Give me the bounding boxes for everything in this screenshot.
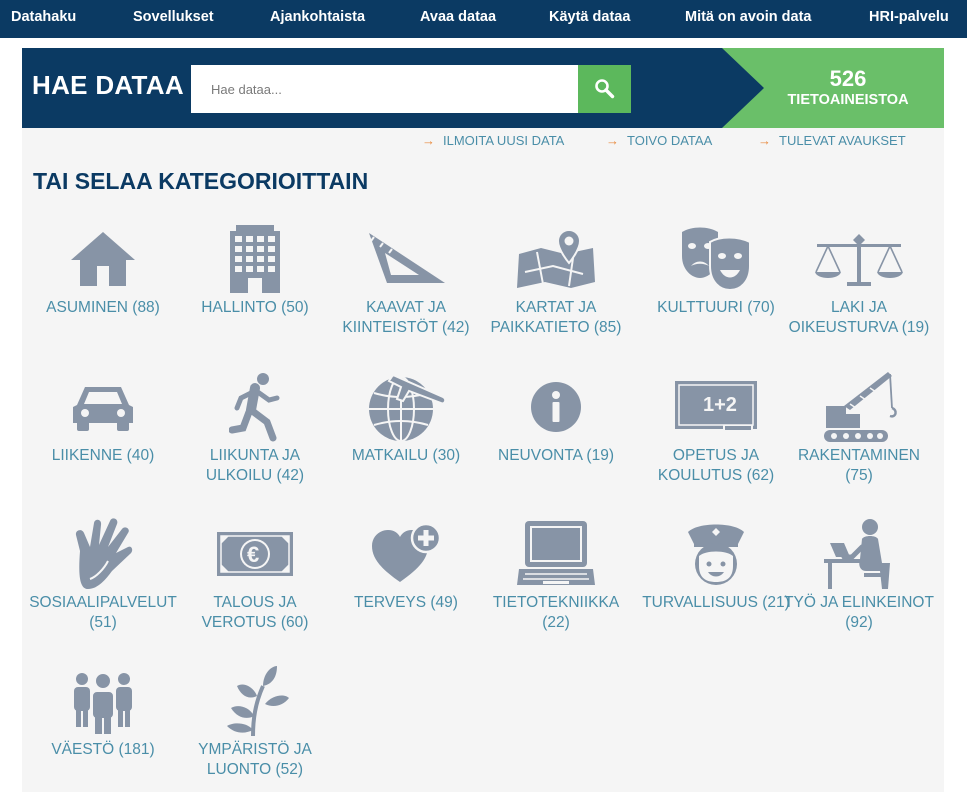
nav-avaa-dataa[interactable]: Avaa dataa (420, 0, 496, 34)
search-icon (594, 79, 614, 99)
arrow-right-icon: → (606, 133, 619, 148)
info-icon (481, 370, 631, 444)
search-hero: HAE DATAA 526 TIETOAINEISTOA (22, 48, 944, 128)
nav-datahaku[interactable]: Datahaku (11, 0, 76, 34)
hand-icon (28, 517, 178, 591)
police-officer-icon (641, 517, 791, 591)
scales-icon (784, 222, 934, 296)
dataset-count-badge[interactable]: 526 TIETOAINEISTOA (722, 48, 944, 128)
runner-icon (180, 370, 330, 444)
set-square-icon (331, 222, 481, 296)
car-icon (28, 370, 178, 444)
link-ilmoita-uusi-data[interactable]: → ILMOITA UUSI DATA (422, 133, 564, 149)
person-at-desk-icon (784, 517, 934, 591)
euro-banknote-icon: € (180, 517, 330, 591)
globe-plane-icon (331, 370, 481, 444)
plant-icon (180, 664, 330, 738)
svg-text:€: € (247, 542, 259, 567)
population-icon (28, 664, 178, 738)
crane-icon (784, 370, 934, 444)
office-building-icon (180, 222, 330, 296)
page-title: HAE DATAA (32, 70, 184, 100)
nav-mita-on-avoin-data[interactable]: Mitä on avoin data (685, 0, 812, 34)
heart-plus-icon (331, 517, 481, 591)
arrow-right-icon: → (422, 133, 435, 148)
nav-ajankohtaista[interactable]: Ajankohtaista (270, 0, 365, 34)
svg-text:1+2: 1+2 (703, 394, 737, 416)
laptop-icon (481, 517, 631, 591)
arrow-right-icon: → (758, 133, 771, 148)
house-icon (28, 222, 178, 296)
dataset-count: 526 (829, 66, 867, 91)
search-button[interactable] (578, 65, 631, 113)
main-content: HAE DATAA 526 TIETOAINEISTOA →ILMOITA UU… (22, 48, 944, 792)
map-pin-icon (481, 222, 631, 296)
blackboard-icon: 1+2 (641, 370, 791, 444)
theater-masks-icon (641, 222, 791, 296)
nav-sovellukset[interactable]: Sovellukset (133, 0, 214, 34)
nav-hri-palvelu[interactable]: HRI-palvelu (869, 0, 949, 34)
nav-kayta-dataa[interactable]: Käytä dataa (549, 0, 630, 34)
top-navigation: Datahaku Sovellukset Ajankohtaista Avaa … (0, 0, 967, 38)
link-tulevat-avaukset[interactable]: → TULEVAT AVAUKSET (758, 133, 906, 149)
dataset-count-label: TIETOAINEISTOA (787, 92, 909, 108)
section-title: TAI SELAA KATEGORIOITTAIN (33, 168, 369, 194)
search-input[interactable] (191, 65, 579, 113)
link-toivo-dataa[interactable]: → TOIVO DATAA (606, 133, 712, 149)
